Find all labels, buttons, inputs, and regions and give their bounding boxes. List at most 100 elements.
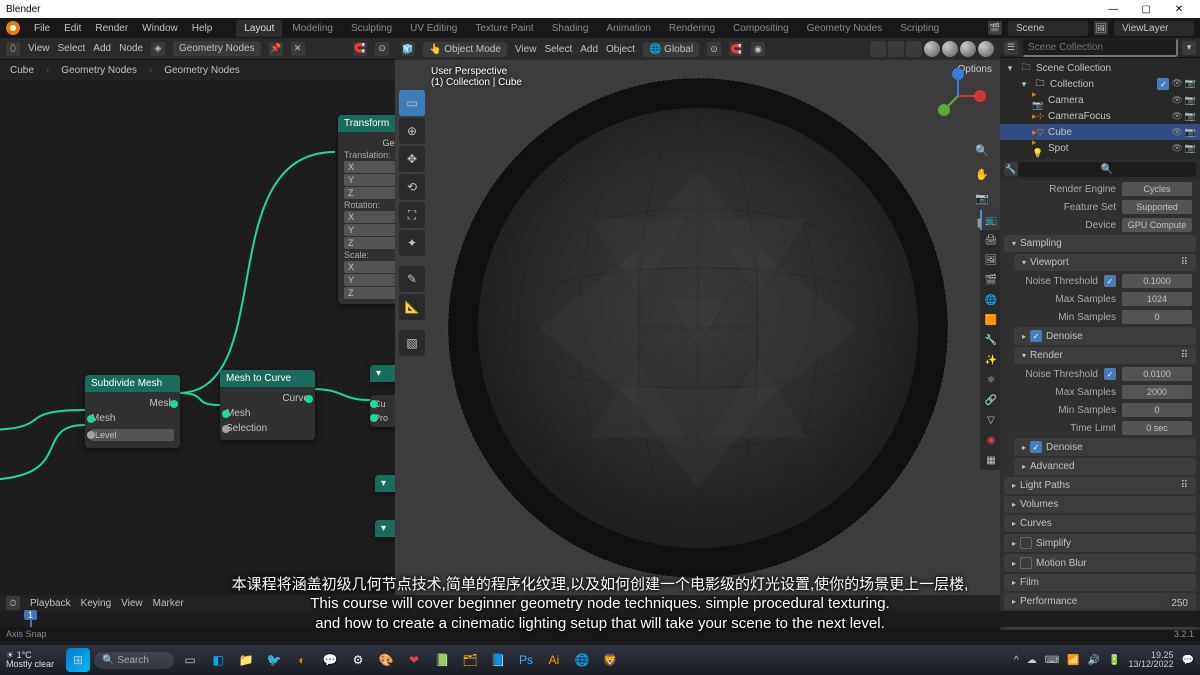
section-advanced[interactable]: ▸Advanced [1014, 458, 1196, 475]
taskview-icon[interactable]: ▭ [178, 648, 202, 672]
vp-menu-object[interactable]: Object [606, 44, 635, 55]
noise-threshold-input[interactable]: 0.1000 [1122, 274, 1192, 288]
annotate-tool-icon[interactable]: ✎ [399, 266, 425, 292]
snap-icon[interactable]: 🧲 [353, 42, 367, 56]
outliner-collection[interactable]: ▾🗀Collection✓👁📷 [1000, 76, 1200, 92]
weather-widget[interactable]: ☀ 1°C Mostly clear [6, 651, 54, 669]
field-y[interactable]: Y [344, 274, 395, 286]
pinned-app-icon[interactable]: ⚙ [346, 648, 370, 672]
zoom-icon[interactable]: 🔍 [972, 140, 992, 160]
scene-icon[interactable]: 🎬 [988, 21, 1002, 35]
menu-edit[interactable]: Edit [64, 23, 81, 34]
camera-icon[interactable]: 📷 [972, 188, 992, 208]
pinned-app-icon[interactable]: 📁 [234, 648, 258, 672]
measure-tool-icon[interactable]: 📐 [399, 294, 425, 320]
outliner-item[interactable]: ▸📷Camera👁📷 [1000, 92, 1200, 108]
device-dropdown[interactable]: GPU Compute [1122, 218, 1192, 232]
render-engine-dropdown[interactable]: Cycles [1122, 182, 1192, 196]
ptab-world-icon[interactable]: 🌐 [980, 290, 1000, 310]
move-tool-icon[interactable]: ✥ [399, 146, 425, 172]
min-samples-input[interactable]: 0 [1122, 403, 1192, 417]
tab-texpaint[interactable]: Texture Paint [467, 20, 541, 37]
frame-end-field[interactable]: 250 [1165, 597, 1194, 610]
taskbar-clock[interactable]: 19.2513/12/2022 [1129, 651, 1174, 669]
pinned-app-icon[interactable]: 💬 [318, 648, 342, 672]
ptab-render-icon[interactable]: 📺 [980, 210, 1000, 230]
menu-file[interactable]: File [34, 23, 50, 34]
pinned-app-icon[interactable]: Ps [514, 648, 538, 672]
outliner-item[interactable]: ▸💡Spot👁📷 [1000, 140, 1200, 156]
feature-set-dropdown[interactable]: Supported [1122, 200, 1192, 214]
tab-shading[interactable]: Shading [544, 20, 597, 37]
maximize-button[interactable]: ▢ [1131, 4, 1161, 15]
pinned-app-icon[interactable]: 📘 [486, 648, 510, 672]
pinned-app-icon[interactable]: 🐦 [262, 648, 286, 672]
noise-threshold-input[interactable]: 0.0100 [1122, 367, 1192, 381]
shade-solid-icon[interactable] [942, 41, 958, 57]
section-denoise-vp[interactable]: ▸✓Denoise [1014, 327, 1196, 345]
field-z[interactable]: Z [344, 237, 395, 249]
crumb-group[interactable]: Geometry Nodes [160, 63, 244, 78]
tab-rendering[interactable]: Rendering [661, 20, 723, 37]
menu-render[interactable]: Render [95, 23, 128, 34]
filter-icon[interactable]: ▾ [1182, 41, 1196, 55]
viewlayer-icon[interactable]: 🖼 [1094, 21, 1108, 35]
start-button[interactable]: ⊞ [66, 648, 90, 672]
node-menu-select[interactable]: Select [58, 43, 86, 54]
addcube-tool-icon[interactable]: ▧ [399, 330, 425, 356]
tab-geonodes[interactable]: Geometry Nodes [799, 20, 891, 37]
tab-animation[interactable]: Animation [598, 20, 658, 37]
socket-label[interactable]: Level [91, 429, 174, 441]
tab-modeling[interactable]: Modeling [284, 20, 341, 37]
section-motionblur[interactable]: ▸Motion Blur [1004, 554, 1196, 572]
ptab-object-icon[interactable]: 🟧 [980, 310, 1000, 330]
checkbox[interactable]: ✓ [1104, 368, 1116, 380]
ptab-mesh-icon[interactable]: ▽ [980, 410, 1000, 430]
crumb-obj[interactable]: Cube [6, 63, 38, 78]
tray-volume-icon[interactable]: 🔊 [1088, 655, 1100, 666]
pan-icon[interactable]: ✋ [972, 164, 992, 184]
select-tool-icon[interactable]: ▭ [399, 90, 425, 116]
section-viewport[interactable]: ▾Viewport⠿ [1014, 254, 1196, 271]
field-y[interactable]: Y [344, 224, 395, 236]
ptab-texture-icon[interactable]: ▦ [980, 450, 1000, 470]
pinned-app-icon[interactable]: 📗 [430, 648, 454, 672]
section-sampling[interactable]: ▾Sampling [1004, 235, 1196, 252]
pinned-app-icon[interactable]: ❤ [402, 648, 426, 672]
min-samples-input[interactable]: 0 [1122, 310, 1192, 324]
node-collapsed[interactable]: ▾ [370, 365, 395, 382]
scale-tool-icon[interactable]: ⛶ [399, 202, 425, 228]
timeline-cursor[interactable] [30, 611, 32, 627]
outliner-search[interactable] [1022, 38, 1178, 57]
pinned-app-icon[interactable]: 🌐 [570, 648, 594, 672]
proportional-icon[interactable]: ◉ [751, 42, 765, 56]
node-menu-node[interactable]: Node [119, 43, 143, 54]
pinned-app-icon[interactable]: 🦁 [598, 648, 622, 672]
ptab-physics-icon[interactable]: ⚛ [980, 370, 1000, 390]
nav-gizmo[interactable] [928, 66, 988, 126]
tray-chevron-icon[interactable]: ^ [1014, 655, 1019, 666]
tl-menu-keying[interactable]: Keying [81, 598, 112, 609]
tray-wifi-icon[interactable]: 📶 [1067, 655, 1079, 666]
pinned-app-icon[interactable]: ◐ [290, 648, 314, 672]
shade-wireframe-icon[interactable] [924, 41, 940, 57]
editor-type-icon[interactable]: ⏱ [6, 596, 20, 610]
time-limit-input[interactable]: 0 sec [1122, 421, 1192, 435]
menu-window[interactable]: Window [142, 23, 178, 34]
crumb-mod[interactable]: Geometry Nodes [57, 63, 141, 78]
section-lightpaths[interactable]: ▸Light Paths⠿ [1004, 477, 1196, 494]
tab-compositing[interactable]: Compositing [725, 20, 797, 37]
overlay-toggle-icon[interactable] [888, 41, 904, 57]
tray-lang-icon[interactable]: ⌨ [1045, 655, 1059, 666]
mode-dropdown[interactable]: 👆 Object Mode [423, 42, 507, 57]
editor-type-icon[interactable]: 🔧 [1004, 162, 1018, 176]
tab-uv[interactable]: UV Editing [402, 20, 465, 37]
outliner-scene-root[interactable]: ▾🗀Scene Collection [1000, 60, 1200, 76]
outliner-item[interactable]: ▸⊹CameraFocus👁📷 [1000, 108, 1200, 124]
node-menu-view[interactable]: View [28, 43, 50, 54]
rotate-tool-icon[interactable]: ⟲ [399, 174, 425, 200]
viewport-body[interactable]: Options User Perspective (1) Collection … [395, 60, 1000, 595]
nodegroup-icon[interactable]: ◈ [151, 42, 165, 56]
node-transform[interactable]: Transform Geometry Translation: X Y Z Ro… [338, 115, 395, 304]
gizmo-toggle-icon[interactable] [870, 41, 886, 57]
